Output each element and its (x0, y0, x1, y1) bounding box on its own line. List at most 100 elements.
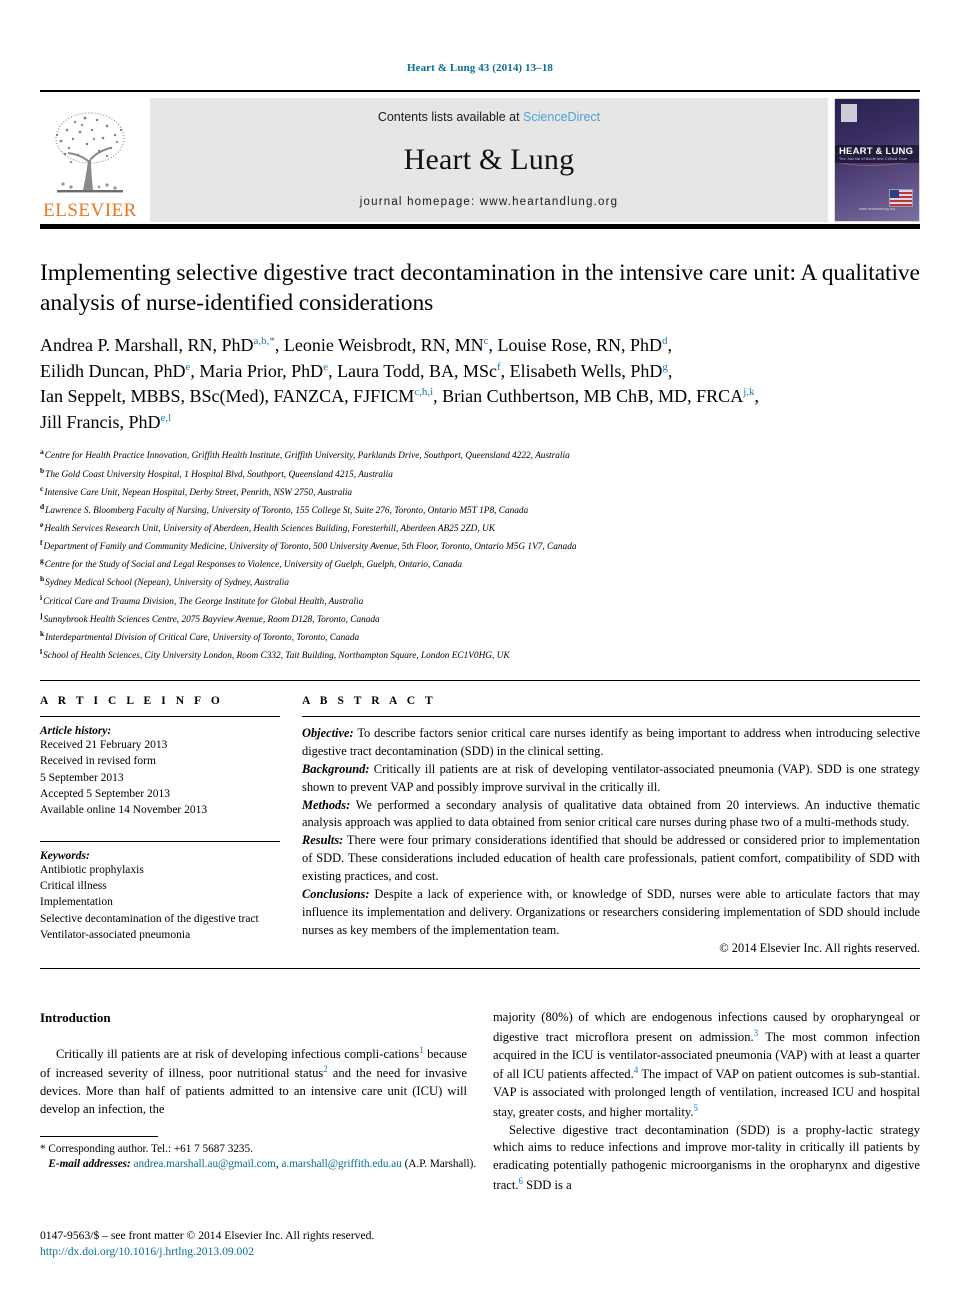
author-mark[interactable]: f (497, 361, 501, 373)
author-mark[interactable]: a,b,* (254, 335, 275, 347)
citation-ref[interactable]: 5 (694, 1103, 699, 1113)
author-name: Andrea P. Marshall, RN, PhD (40, 335, 254, 356)
contents-prefix: Contents lists available at (377, 110, 524, 124)
author-mark[interactable]: g (662, 361, 668, 373)
affiliation-mark: f (40, 538, 43, 548)
affiliation-text: Lawrence S. Bloomberg Faculty of Nursing… (45, 505, 529, 516)
abstract-heading: A B S T R A C T (302, 695, 437, 708)
affiliation-text: Department of Family and Community Medic… (43, 542, 577, 553)
abstract-section-text: There were four primary considerations i… (302, 833, 920, 883)
affiliation-item: jSunnybrook Health Sciences Centre, 2075… (40, 610, 920, 628)
abstract-rule (302, 716, 920, 718)
journal-title: Heart & Lung (403, 143, 575, 176)
email-link-1[interactable]: andrea.marshall.au@gmail.com (134, 1158, 276, 1170)
author-name: Eilidh Duncan, PhD (40, 360, 186, 381)
info-top-rule (40, 680, 920, 682)
affiliation-item: gCentre for the Study of Social and Lega… (40, 555, 920, 573)
abstract-copyright: © 2014 Elsevier Inc. All rights reserved… (719, 941, 920, 956)
keywords-block: Keywords: Antibiotic prophylaxis Critica… (40, 840, 280, 944)
affiliation-mark: c (40, 483, 44, 493)
affiliation-item: aCentre for Health Practice Innovation, … (40, 446, 920, 464)
history-item: Received in revised form (40, 755, 156, 768)
affiliation-mark: j (40, 610, 43, 620)
cover-flag-graphic (889, 189, 913, 207)
intro-paragraph: Critically ill patients are at risk of d… (40, 1044, 467, 1119)
body-paragraph-sdd: Selective digestive tract decontaminatio… (493, 1122, 920, 1195)
abstract-section-label: Results: (302, 833, 344, 848)
abstract-section: Methods: We performed a secondary analys… (302, 797, 920, 833)
title-block: Implementing selective digestive tract d… (40, 259, 920, 664)
introduction-heading: Introduction (40, 1010, 111, 1026)
affiliation-mark: b (40, 465, 45, 475)
keyword-item: Implementation (40, 896, 113, 909)
corresponding-author-line: * Corresponding author. Tel.: +61 7 5687… (40, 1143, 253, 1155)
author-mark[interactable]: c (484, 335, 489, 347)
issn-doi-block: 0147-9563/$ – see front matter © 2014 El… (40, 1228, 510, 1261)
article-info-rule (40, 716, 280, 718)
author-name: Louise Rose, RN, PhD (497, 335, 662, 356)
author-mark[interactable]: e (323, 361, 328, 373)
author-name: Laura Todd, BA, MSc (337, 360, 497, 381)
author-mark[interactable]: e,l (161, 412, 172, 424)
journal-masthead: ELSEVIER Contents lists available at Sci… (40, 98, 920, 222)
author-mark[interactable]: j,k (743, 386, 754, 398)
intro-text-1: Critically ill patients are at risk of d… (56, 1046, 420, 1061)
email-link-2[interactable]: a.marshall@griffith.edu.au (281, 1158, 401, 1170)
sciencedirect-link[interactable]: ScienceDirect (523, 110, 600, 124)
author-name: Elisabeth Wells, PhD (509, 360, 663, 381)
affiliation-text: Interdepartmental Division of Critical C… (45, 632, 360, 643)
author-mark[interactable]: c,h,i (414, 386, 433, 398)
abstract-section-text: Critically ill patients are at risk of d… (302, 761, 920, 794)
abstract-body: Objective: To describe factors senior cr… (302, 725, 920, 939)
elsevier-wordmark: ELSEVIER (43, 200, 137, 221)
article-history-list: Received 21 February 2013 Received in re… (40, 737, 280, 819)
elsevier-logo: ELSEVIER (40, 98, 140, 222)
affiliation-text: Critical Care and Trauma Division, The G… (43, 596, 364, 607)
affiliation-mark: h (40, 574, 45, 584)
author-mark[interactable]: d (662, 335, 668, 347)
article-info-heading: A R T I C L E I N F O (40, 695, 224, 708)
corresponding-author-footnote: * Corresponding author. Tel.: +61 7 5687… (40, 1136, 480, 1173)
affiliation-text: Health Services Research Unit, Universit… (44, 524, 495, 535)
running-head: Heart & Lung 43 (2014) 13–18 (406, 62, 554, 74)
author-name: Jill Francis, PhD (40, 411, 161, 432)
affiliation-item: cIntensive Care Unit, Nepean Hospital, D… (40, 483, 920, 501)
masthead-top-rule (40, 90, 920, 92)
keyword-item: Antibiotic prophylaxis (40, 863, 144, 876)
keyword-item: Critical illness (40, 880, 107, 893)
history-item: Available online 14 November 2013 (40, 804, 208, 817)
elsevier-tree-icon (47, 108, 133, 200)
author-name: Maria Prior, PhD (199, 360, 324, 381)
affiliation-text: The Gold Coast University Hospital, 1 Ho… (45, 469, 393, 480)
affiliation-mark: a (40, 447, 44, 457)
affiliation-text: Centre for the Study of Social and Legal… (44, 560, 463, 571)
abstract-section-label: Background: (302, 761, 370, 776)
journal-cover-thumbnail[interactable]: HEART & LUNG The Journal of Acute and Cr… (834, 98, 920, 222)
abstract-section: Objective: To describe factors senior cr… (302, 725, 920, 761)
journal-band: Contents lists available at ScienceDirec… (150, 98, 828, 222)
affiliation-item: eHealth Services Research Unit, Universi… (40, 519, 920, 537)
abstract-section: Conclusions: Despite a lack of experienc… (302, 886, 920, 940)
author-list: Andrea P. Marshall, RN, PhDa,b,*, Leonie… (40, 335, 760, 432)
cover-title-band: HEART & LUNG The Journal of Acute and Cr… (835, 145, 919, 163)
affiliation-text: School of Health Sciences, City Universi… (43, 651, 510, 662)
footnote-rule (40, 1136, 158, 1137)
abstract-section-text: We performed a secondary analysis of qua… (302, 797, 920, 830)
doi-link[interactable]: http://dx.doi.org/10.1016/j.hrtlng.2013.… (40, 1244, 510, 1260)
affiliation-mark: k (40, 628, 45, 638)
affiliation-text: Sunnybrook Health Sciences Centre, 2075 … (43, 614, 380, 625)
affiliation-item: kInterdepartmental Division of Critical … (40, 628, 920, 646)
abstract-section-label: Objective: (302, 726, 354, 741)
journal-homepage[interactable]: journal homepage: www.heartandlung.org (360, 196, 619, 208)
history-item: Accepted 5 September 2013 (40, 788, 170, 801)
email-attribution: (A.P. Marshall). (404, 1158, 477, 1171)
article-info-column: A R T I C L E I N F O Article history: R… (40, 695, 302, 956)
author-mark[interactable]: e (186, 361, 191, 373)
affiliation-mark: d (40, 501, 45, 511)
abstract-section-label: Conclusions: (302, 886, 370, 901)
issn-line: 0147-9563/$ – see front matter © 2014 El… (40, 1229, 375, 1242)
abstract-section: Results: There were four primary conside… (302, 832, 920, 886)
article-history-label: Article history: (40, 725, 112, 738)
affiliation-item: fDepartment of Family and Community Medi… (40, 537, 920, 555)
abstract-bottom-rule (40, 968, 920, 970)
